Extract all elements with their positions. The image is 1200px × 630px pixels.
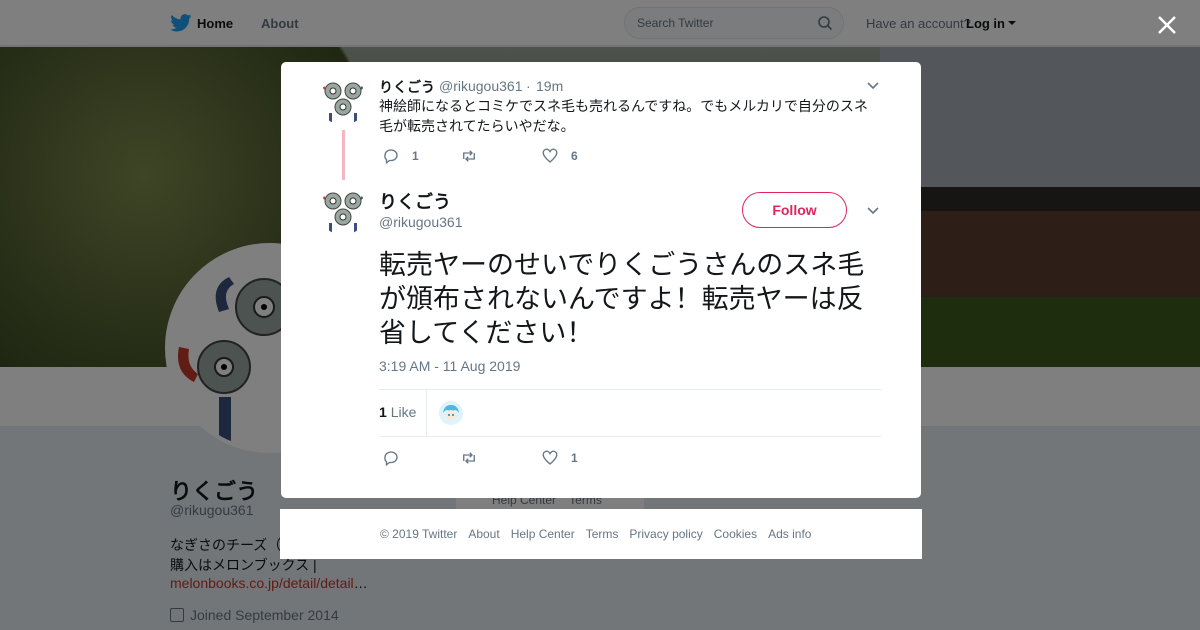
chevron-down-icon[interactable] [866, 81, 880, 91]
footer-link-about[interactable]: About [468, 527, 499, 541]
footer-link-cookies[interactable]: Cookies [714, 527, 757, 541]
likes-stat-label: Like [390, 404, 417, 420]
tweet-permalink-modal: りくごう @rikugou361 · 19m 神絵師になるとコミケでスネ毛も売れ… [281, 62, 921, 498]
footer-copyright: © 2019 Twitter [380, 527, 458, 541]
likes-stat[interactable]: 1 Like [379, 404, 416, 420]
main-tweet-name[interactable]: りくごう [379, 188, 451, 214]
retweet-button[interactable] [460, 449, 490, 467]
footer-link-help-center[interactable]: Help Center [511, 527, 575, 541]
parent-tweet-avatar[interactable] [319, 77, 367, 125]
divider [379, 389, 881, 390]
retweet-button[interactable] [460, 147, 490, 165]
footer-link-terms[interactable]: Terms [586, 527, 619, 541]
parent-tweet-time[interactable]: 19m [536, 78, 563, 94]
main-tweet-text: 転売ヤーのせいでりくごうさんのスネ毛が頒布されないんですよ！転売ヤーは反省してく… [379, 250, 865, 348]
thread-connector-line [342, 130, 345, 180]
retweet-icon [463, 452, 475, 464]
separator-dot: · [526, 78, 531, 94]
liker-avatar[interactable] [439, 401, 463, 425]
divider [426, 390, 427, 436]
follow-button[interactable]: Follow [742, 192, 847, 228]
reply-icon [384, 149, 398, 165]
reply-count: 1 [412, 149, 419, 163]
footer-links: © 2019 Twitter About Help Center Terms P… [380, 527, 811, 541]
like-button[interactable]: 6 [541, 147, 578, 165]
main-tweet-handle[interactable]: @rikugou361 [379, 214, 463, 230]
footer-link-ads-info[interactable]: Ads info [768, 527, 811, 541]
parent-tweet-text: 神絵師になるとコミケでスネ毛も売れるんですね。でもメルカリで自分のスネ毛が転売さ… [379, 98, 868, 134]
footer-link-privacy[interactable]: Privacy policy [629, 527, 702, 541]
modal-footer: © 2019 Twitter About Help Center Terms P… [280, 509, 922, 559]
close-icon[interactable] [1155, 13, 1179, 37]
reply-button[interactable]: 1 [382, 147, 419, 165]
like-count: 6 [571, 149, 578, 163]
chevron-down-icon[interactable] [866, 206, 880, 216]
main-tweet-date[interactable]: 3:19 AM - 11 Aug 2019 [379, 358, 520, 374]
reply-button[interactable] [382, 449, 412, 467]
like-button[interactable]: 1 [541, 449, 578, 467]
main-tweet-avatar[interactable] [319, 187, 367, 235]
likes-stat-count: 1 [379, 404, 387, 420]
divider [379, 436, 881, 437]
parent-tweet-name[interactable]: りくごう [379, 77, 435, 97]
heart-icon [542, 450, 558, 465]
like-count: 1 [571, 451, 578, 465]
reply-icon [384, 451, 398, 467]
heart-icon [542, 148, 558, 163]
retweet-icon [463, 150, 475, 162]
parent-tweet-handle[interactable]: @rikugou361 [439, 78, 523, 94]
